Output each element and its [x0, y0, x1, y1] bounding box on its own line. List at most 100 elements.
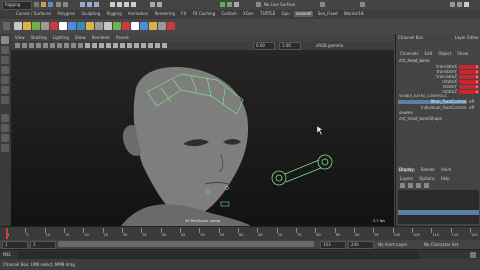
- film-gate-icon[interactable]: [50, 43, 55, 48]
- attribute-editor-icon[interactable]: [450, 2, 455, 7]
- scale-tool-icon[interactable]: [1, 86, 9, 94]
- select-tool-icon[interactable]: [1, 36, 9, 44]
- exposure-field[interactable]: 0.00: [253, 42, 275, 50]
- menu-renderer[interactable]: Renderer: [92, 35, 110, 40]
- outliner-icon[interactable]: [140, 22, 148, 30]
- blendshape-icon[interactable]: [95, 22, 103, 30]
- gamma-field[interactable]: 1.00: [279, 42, 301, 50]
- main-face-control-row[interactable]: Main_FaceControl off: [398, 99, 479, 104]
- ipr-render-icon[interactable]: [227, 2, 232, 7]
- save-scene-icon[interactable]: [48, 2, 53, 7]
- shelf-tab[interactable]: XGen: [241, 11, 256, 17]
- gate-mask-icon[interactable]: [64, 43, 69, 48]
- rotate-tool-icon[interactable]: [1, 76, 9, 84]
- menu-edit[interactable]: Edit: [425, 52, 433, 56]
- playback-end-field[interactable]: 163: [320, 241, 346, 249]
- attribute-value[interactable]: 0: [459, 69, 479, 74]
- ik-handle-icon[interactable]: [32, 22, 40, 30]
- locator-icon[interactable]: [59, 22, 67, 30]
- move-tool-icon[interactable]: [1, 66, 9, 74]
- menu-help[interactable]: Help: [441, 177, 450, 181]
- viewport[interactable]: 30 Pan/Zoom: persp 2.7 fps: [11, 50, 394, 226]
- layer-editor-tab[interactable]: Layer Editor: [455, 35, 479, 40]
- menu-view[interactable]: View: [15, 35, 25, 40]
- time-slider[interactable]: 1 5 10 15 20 25 30 35 40 45 50 55 60 65 70 75 80 85 90 95 10…: [0, 226, 480, 241]
- curve-tool-icon[interactable]: [14, 22, 22, 30]
- menu-panels[interactable]: Panels: [116, 35, 129, 40]
- live-surface-icon[interactable]: [256, 2, 261, 7]
- shadows-icon[interactable]: [120, 43, 125, 48]
- shape-name[interactable]: ctrl_head_boneShape: [399, 117, 442, 121]
- grid-icon[interactable]: [43, 43, 48, 48]
- attribute-value[interactable]: 0: [459, 79, 479, 84]
- layer-list[interactable]: [398, 190, 479, 224]
- menu-lighting[interactable]: Lighting: [53, 35, 69, 40]
- joint-tool-icon[interactable]: [23, 22, 31, 30]
- menu-show[interactable]: Show: [75, 35, 86, 40]
- new-scene-icon[interactable]: [34, 2, 39, 7]
- tool-settings-icon[interactable]: [457, 2, 462, 7]
- symmetry-icon[interactable]: [320, 2, 325, 7]
- playback-start-field[interactable]: 1: [30, 241, 56, 249]
- object-name[interactable]: ctrl_head_bone: [399, 59, 430, 63]
- lattice-icon[interactable]: [77, 22, 85, 30]
- sign-in-icon[interactable]: [360, 2, 365, 7]
- lasso-tool-icon[interactable]: [1, 46, 9, 54]
- resolution-gate-icon[interactable]: [57, 43, 62, 48]
- wireframe-on-shaded-icon[interactable]: [99, 43, 104, 48]
- center-pivot-icon[interactable]: [131, 22, 139, 30]
- safe-action-icon[interactable]: [78, 43, 83, 48]
- menu-show[interactable]: Show: [457, 52, 468, 56]
- end-time-field[interactable]: 240: [348, 241, 374, 249]
- textured-icon[interactable]: [106, 43, 111, 48]
- select-component-icon[interactable]: [94, 2, 99, 7]
- isolate-select-icon[interactable]: [148, 43, 153, 48]
- history-icon[interactable]: [150, 2, 155, 7]
- group-icon[interactable]: [104, 22, 112, 30]
- start-time-field[interactable]: 1: [2, 241, 28, 249]
- snap-plane-icon[interactable]: [131, 2, 136, 7]
- menu-shading[interactable]: Shading: [31, 35, 47, 40]
- paint-select-icon[interactable]: [1, 56, 9, 64]
- smooth-shade-icon[interactable]: [92, 43, 97, 48]
- move-layer-down-icon[interactable]: [408, 183, 413, 188]
- constraint-icon[interactable]: [86, 22, 94, 30]
- anim-layer-dropdown[interactable]: No Anim Layer: [378, 243, 407, 247]
- ambient-occlusion-icon[interactable]: [127, 43, 132, 48]
- menu-set-dropdown[interactable]: Rigging: [2, 1, 32, 10]
- lights-icon[interactable]: [113, 43, 118, 48]
- depth-of-field-icon[interactable]: [141, 43, 146, 48]
- shelf-tab[interactable]: FX: [179, 11, 188, 17]
- shelf-tab[interactable]: Gpu: [279, 11, 291, 17]
- wireframe-icon[interactable]: [85, 43, 90, 48]
- snap-grid-icon[interactable]: [110, 2, 115, 7]
- script-language-label[interactable]: MEL: [3, 253, 11, 257]
- node-editor-icon[interactable]: [158, 22, 166, 30]
- character-set-dropdown[interactable]: No Character Set: [424, 243, 458, 247]
- side-by-side-layout-icon[interactable]: [1, 134, 9, 142]
- render-settings-icon[interactable]: [234, 2, 239, 7]
- new-layer-icon[interactable]: [416, 183, 421, 188]
- cluster-icon[interactable]: [68, 22, 76, 30]
- component-editor-icon[interactable]: [167, 22, 175, 30]
- camera-attributes-icon[interactable]: [22, 43, 27, 48]
- field-chart-icon[interactable]: [71, 43, 76, 48]
- layer-tab-render[interactable]: Render: [421, 168, 435, 172]
- attribute-value[interactable]: off: [467, 105, 479, 110]
- shelf-tab[interactable]: Animation: [126, 11, 150, 17]
- delete-history-icon[interactable]: [122, 22, 130, 30]
- shelf-tab[interactable]: Curves / Surfaces: [14, 11, 53, 17]
- shelf-tab[interactable]: Rigging: [104, 11, 123, 17]
- shelf-settings-icon[interactable]: [3, 22, 10, 30]
- skin-bind-icon[interactable]: [41, 22, 49, 30]
- four-pane-layout-icon[interactable]: [1, 124, 9, 132]
- snap-curve-icon[interactable]: [117, 2, 122, 7]
- menu-channels[interactable]: Channels: [400, 52, 419, 56]
- shelf-tab[interactable]: Custom: [219, 11, 238, 17]
- channel-box-tab[interactable]: Channel Box: [398, 35, 423, 40]
- shelf-tab[interactable]: Polygons: [55, 11, 77, 17]
- shelf-tab[interactable]: TURTLE: [258, 11, 277, 17]
- image-plane-icon[interactable]: [36, 43, 41, 48]
- open-scene-icon[interactable]: [41, 2, 46, 7]
- script-editor-icon[interactable]: [470, 252, 476, 258]
